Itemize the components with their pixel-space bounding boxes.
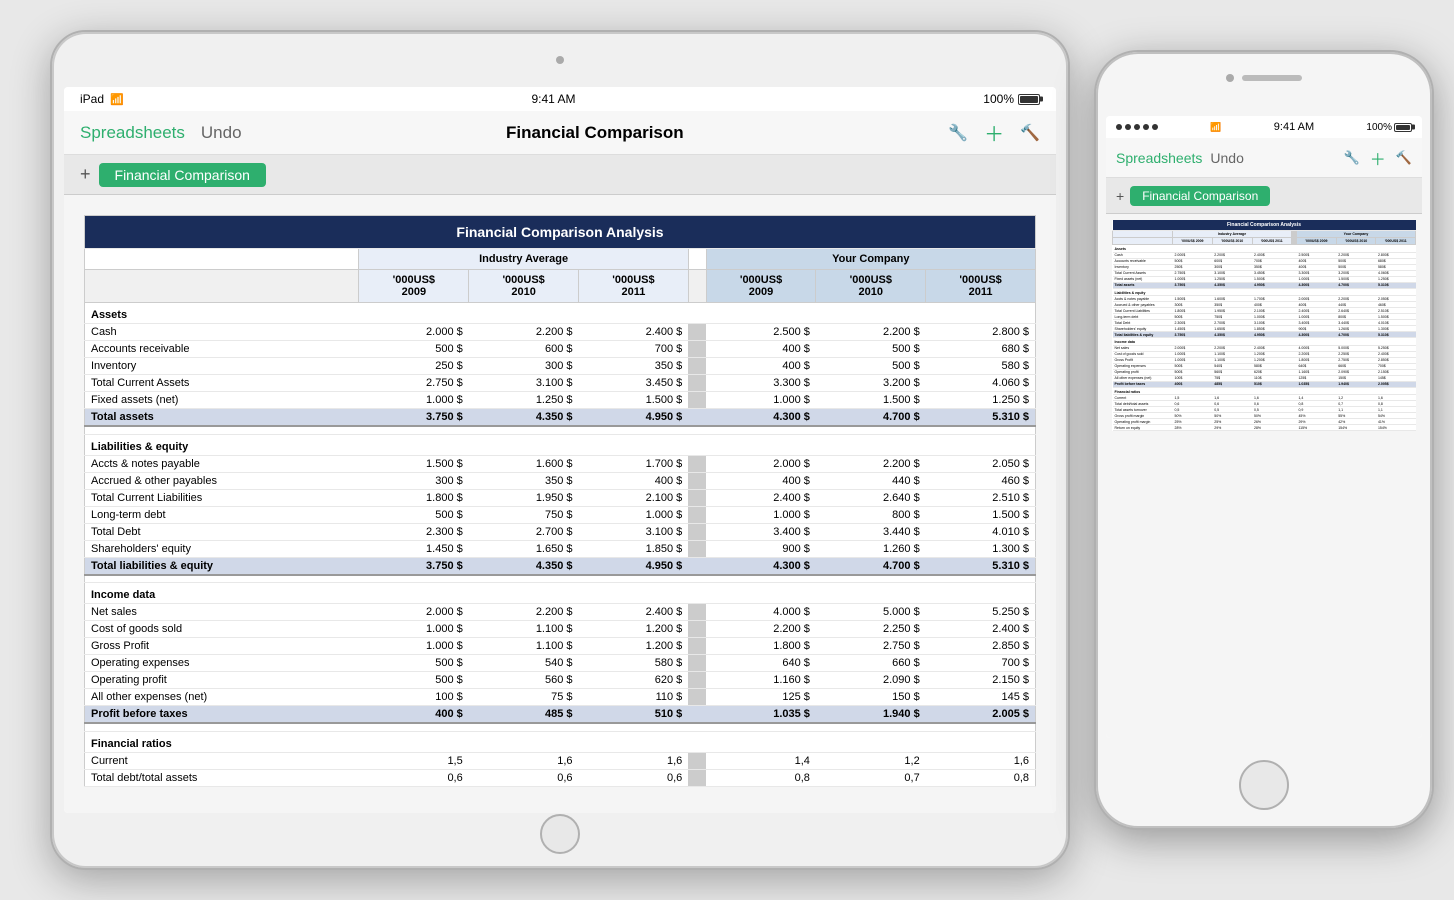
ipad-spreadsheets-link[interactable]: Spreadsheets: [80, 123, 185, 143]
ipad-status-bar: iPad 📶 9:41 AM 100%: [64, 87, 1056, 111]
iphone-undo-button[interactable]: Undo: [1210, 150, 1243, 166]
ipad-content-area[interactable]: Financial Comparison Analysis Industry A…: [64, 195, 1056, 813]
table-row: Total Current Liabilities 1.800 $1.950 $…: [85, 489, 1036, 506]
company-header: Your Company: [706, 249, 1035, 270]
ipad-document-title: Financial Comparison: [506, 123, 684, 143]
table-row: Inventory 250 $300 $350 $ 400 $500 $580 …: [85, 358, 1036, 375]
table-row: Total debt/total assets 0,60,60,6 0,80,7…: [85, 769, 1036, 786]
ipad-add-tab-button[interactable]: +: [80, 164, 91, 185]
col-i2009: '000US$2009: [359, 270, 469, 303]
ipad-time: 9:41 AM: [532, 92, 576, 106]
spacer-row: [85, 723, 1036, 731]
ipad-undo-button[interactable]: Undo: [201, 123, 242, 143]
iphone-spreadsheets-link[interactable]: Spreadsheets: [1116, 150, 1202, 166]
iphone-spanner-icon[interactable]: 🔨: [1396, 150, 1412, 166]
table-row: Cash 2.000 $2.200 $2.400 $ 2.500 $2.200 …: [85, 324, 1036, 341]
table-row: All other expenses (net) 100 $75 $110 $ …: [85, 689, 1036, 706]
iphone-camera-dot: [1226, 74, 1234, 82]
iphone-status-bar: 📶 9:41 AM 100%: [1106, 116, 1422, 138]
iphone-tab-bar: + Financial Comparison: [1106, 178, 1422, 214]
table-row: Cost of goods sold 1.000 $1.100 $1.200 $…: [85, 621, 1036, 638]
spacer-row: [85, 575, 1036, 583]
ipad-home-button[interactable]: [540, 814, 580, 854]
separator: [688, 249, 706, 270]
iphone-screen: 📶 9:41 AM 100% Spreadsheets Undo 🔧 ＋: [1106, 116, 1422, 738]
col-c2009: '000US$2009: [706, 270, 816, 303]
col-i2010: '000US$2010: [469, 270, 579, 303]
table-row: Current 1,51,61,6 1,41,21,6: [85, 752, 1036, 769]
col-c2010: '000US$2010: [816, 270, 926, 303]
income-section-header: Income data: [85, 583, 1036, 604]
iphone-toolbar: Spreadsheets Undo 🔧 ＋ 🔨: [1106, 138, 1422, 178]
iphone-active-tab[interactable]: Financial Comparison: [1130, 186, 1270, 206]
iphone-financial-table: Financial Comparison Analysis Industry A…: [1112, 220, 1416, 431]
financial-table: Financial Comparison Analysis Industry A…: [84, 215, 1036, 787]
ipad-device-label: iPad: [80, 92, 104, 106]
iphone-home-button[interactable]: [1239, 760, 1289, 810]
col-c2011: '000US$2011: [926, 270, 1036, 303]
iphone-time: 9:41 AM: [1274, 121, 1314, 133]
table-row: Shareholders' equity 1.450 $1.650 $1.850…: [85, 540, 1036, 557]
table-row: Total Debt 2.300 $2.700 $3.100 $ 3.400 $…: [85, 523, 1036, 540]
ipad-plus-icon[interactable]: ＋: [984, 118, 1004, 147]
iphone-add-tab-button[interactable]: +: [1116, 188, 1124, 204]
mini-header-group: Industry Average Your Company: [1113, 231, 1416, 238]
table-row: Long-term debt 500 $750 $1.000 $ 1.000 $…: [85, 506, 1036, 523]
assets-section-header: Assets: [85, 303, 1036, 324]
ipad-camera: [556, 56, 564, 64]
ipad-tab-bar: + Financial Comparison: [64, 155, 1056, 195]
table-row: Accounts receivable 500 $600 $700 $ 400 …: [85, 341, 1036, 358]
mini-title-row: Financial Comparison Analysis: [1113, 220, 1416, 231]
ipad-battery-label: 100%: [983, 92, 1014, 106]
col-i2011: '000US$2011: [579, 270, 689, 303]
header-empty: [85, 249, 359, 270]
table-row: Accrued & other payables 300 $350 $400 $…: [85, 472, 1036, 489]
table-row: Fixed assets (net) 1.000 $1.250 $1.500 $…: [85, 392, 1036, 409]
table-title: Financial Comparison Analysis: [85, 216, 1036, 249]
table-row: Accts & notes payable 1.500 $1.600 $1.70…: [85, 455, 1036, 472]
ipad-device: iPad 📶 9:41 AM 100% Spreadsheets Undo Fi…: [50, 30, 1070, 870]
ipad-spanner-icon[interactable]: 🔨: [1020, 123, 1040, 143]
table-row: Gross Profit 1.000 $1.100 $1.200 $ 1.800…: [85, 638, 1036, 655]
iphone-speaker: [1242, 75, 1302, 81]
column-headers-row: '000US$2009 '000US$2010 '000US$2011 '000…: [85, 270, 1036, 303]
iphone-plus-icon[interactable]: ＋: [1370, 146, 1386, 170]
ipad-battery-bar: [1018, 94, 1040, 105]
iphone-wrench-icon[interactable]: 🔧: [1344, 150, 1360, 166]
spacer-row: [85, 426, 1036, 434]
table-row: Net sales 2.000 $2.200 $2.400 $ 4.000 $5…: [85, 604, 1036, 621]
ipad-wifi-icon: 📶: [110, 93, 124, 106]
iphone-battery-bar: [1394, 123, 1412, 132]
iphone-camera-area: [1226, 74, 1302, 82]
table-row: Operating expenses 500 $540 $580 $ 640 $…: [85, 655, 1036, 672]
mini-col-headers: '000US$ 2009 '000US$ 2010 '000US$ 2011 '…: [1113, 238, 1416, 245]
iphone-signal: [1116, 124, 1158, 130]
header-group-row: Industry Average Your Company: [85, 249, 1036, 270]
assets-total-row: Total assets 3.750 $4.350 $4.950 $ 4.300…: [85, 409, 1036, 427]
liabilities-section-header: Liabilities & equity: [85, 434, 1036, 455]
table-title-row: Financial Comparison Analysis: [85, 216, 1036, 249]
iphone-wifi-icon: 📶: [1210, 122, 1221, 133]
ipad-active-tab[interactable]: Financial Comparison: [99, 163, 266, 187]
income-total-row: Profit before taxes 400 $485 $510 $ 1.03…: [85, 706, 1036, 724]
industry-header: Industry Average: [359, 249, 688, 270]
ratios-section-header: Financial ratios: [85, 731, 1036, 752]
ipad-toolbar: Spreadsheets Undo Financial Comparison 🔧…: [64, 111, 1056, 155]
iphone-device: 📶 9:41 AM 100% Spreadsheets Undo 🔧 ＋: [1094, 50, 1434, 830]
mini-table-row: Return on equity28%29%28%115%154%154%: [1113, 425, 1416, 431]
ipad-wrench-icon[interactable]: 🔧: [948, 123, 968, 143]
table-row: Total Current Assets 2.750 $3.100 $3.450…: [85, 375, 1036, 392]
ipad-screen: iPad 📶 9:41 AM 100% Spreadsheets Undo Fi…: [64, 87, 1056, 813]
liabilities-total-row: Total liabilities & equity 3.750 $4.350 …: [85, 557, 1036, 575]
iphone-content-area[interactable]: Financial Comparison Analysis Industry A…: [1106, 214, 1422, 738]
iphone-battery-label: 100%: [1366, 122, 1392, 133]
table-row: Operating profit 500 $560 $620 $ 1.160 $…: [85, 672, 1036, 689]
